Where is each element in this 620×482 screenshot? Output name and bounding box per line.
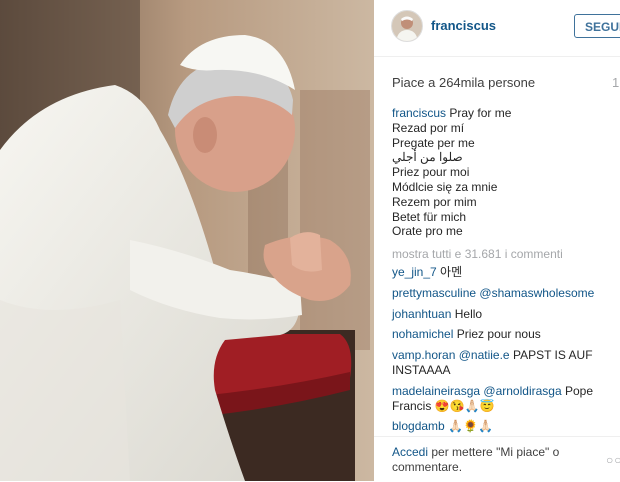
comment-item: prettymasculine @shamaswholesome (392, 286, 614, 301)
view-all-comments-link[interactable]: mostra tutti e 31.681 i commenti (392, 247, 563, 261)
more-options-icon[interactable]: ○○ (606, 453, 620, 467)
caption-line: Orate pro me (392, 224, 463, 239)
comments-list: ye_jin_7 아멘 prettymasculine @shamaswhole… (392, 265, 614, 440)
caption-username[interactable]: franciscus (392, 106, 446, 120)
follow-button[interactable]: SEGUI (574, 14, 620, 38)
comment-item: vamp.horan @natiie.e PAPST IS AUF INSTAA… (392, 348, 614, 378)
comment-item: blogdamb 🙏🏻🌻🙏🏻 (392, 419, 614, 434)
caption-line: Pray for me (449, 106, 512, 120)
post-header: franciscus SEGUI (374, 0, 620, 57)
post-sidebar: franciscus SEGUI Piace a 264mila persone… (374, 0, 620, 481)
avatar[interactable] (391, 10, 423, 42)
comment-mention[interactable]: @shamaswholesome (479, 286, 594, 300)
profile-avatar-icon (392, 11, 422, 41)
comment-item: nohamichel Priez pour nous (392, 327, 614, 342)
comment-text: Priez pour nous (456, 327, 541, 342)
post-caption: franciscus Pray for me Rezad por mí Preg… (392, 106, 511, 239)
post-time: 1 (612, 75, 620, 90)
comment-username[interactable]: nohamichel (392, 327, 453, 341)
likes-count[interactable]: Piace a 264mila persone (392, 75, 535, 90)
comment-mention[interactable]: @arnoldirasga (483, 384, 561, 398)
caption-line: Rezad por mí (392, 120, 465, 135)
post-photo[interactable] (0, 0, 374, 481)
comment-text: Hello (454, 306, 483, 321)
comment-username[interactable]: madelaineirasga (392, 384, 480, 398)
caption-line: Betet für mich (392, 209, 467, 224)
comment-username[interactable]: prettymasculine (392, 286, 476, 300)
caption-line: Priez pour moi (392, 165, 470, 180)
caption-line: Rezem por mim (392, 194, 477, 209)
login-link[interactable]: Accedi (392, 445, 428, 459)
caption-line: Pregate per me (392, 135, 475, 150)
post-footer: Accedi per mettere "Mi piace" o commenta… (374, 436, 620, 482)
caption-line: Módlcie się za mnie (392, 179, 498, 194)
comment-text: 🙏🏻🌻🙏🏻 (448, 419, 493, 434)
comment-username[interactable]: ye_jin_7 (392, 265, 437, 279)
caption-line: صلوا من أجلي (392, 150, 463, 165)
comment-item: johanhtuan Hello (392, 307, 614, 322)
comment-item: madelaineirasga @arnoldirasga Pope Franc… (392, 384, 614, 414)
comment-mention[interactable]: @natiie.e (459, 348, 510, 362)
comment-username[interactable]: blogdamb (392, 419, 445, 433)
login-prompt: Accedi per mettere "Mi piace" o commenta… (392, 445, 582, 475)
post-username[interactable]: franciscus (431, 18, 496, 33)
comment-text: 아멘 (440, 265, 463, 279)
comment-username[interactable]: vamp.horan (392, 348, 455, 362)
comment-username[interactable]: johanhtuan (392, 307, 451, 321)
comment-item: ye_jin_7 아멘 (392, 265, 614, 280)
